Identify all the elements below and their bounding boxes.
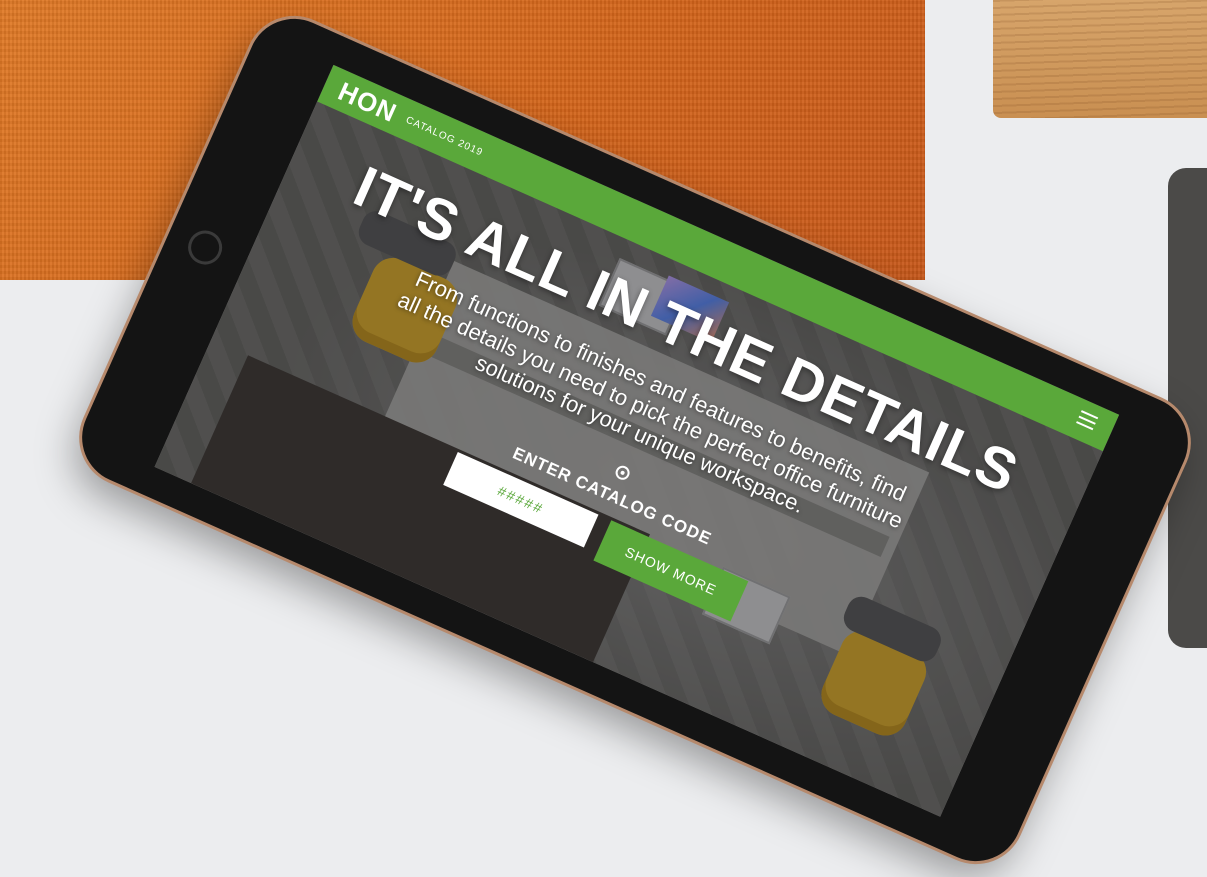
wood-sample xyxy=(993,0,1207,118)
hamburger-menu-icon[interactable] xyxy=(1076,410,1099,431)
nfc-signal-icon xyxy=(613,463,632,482)
